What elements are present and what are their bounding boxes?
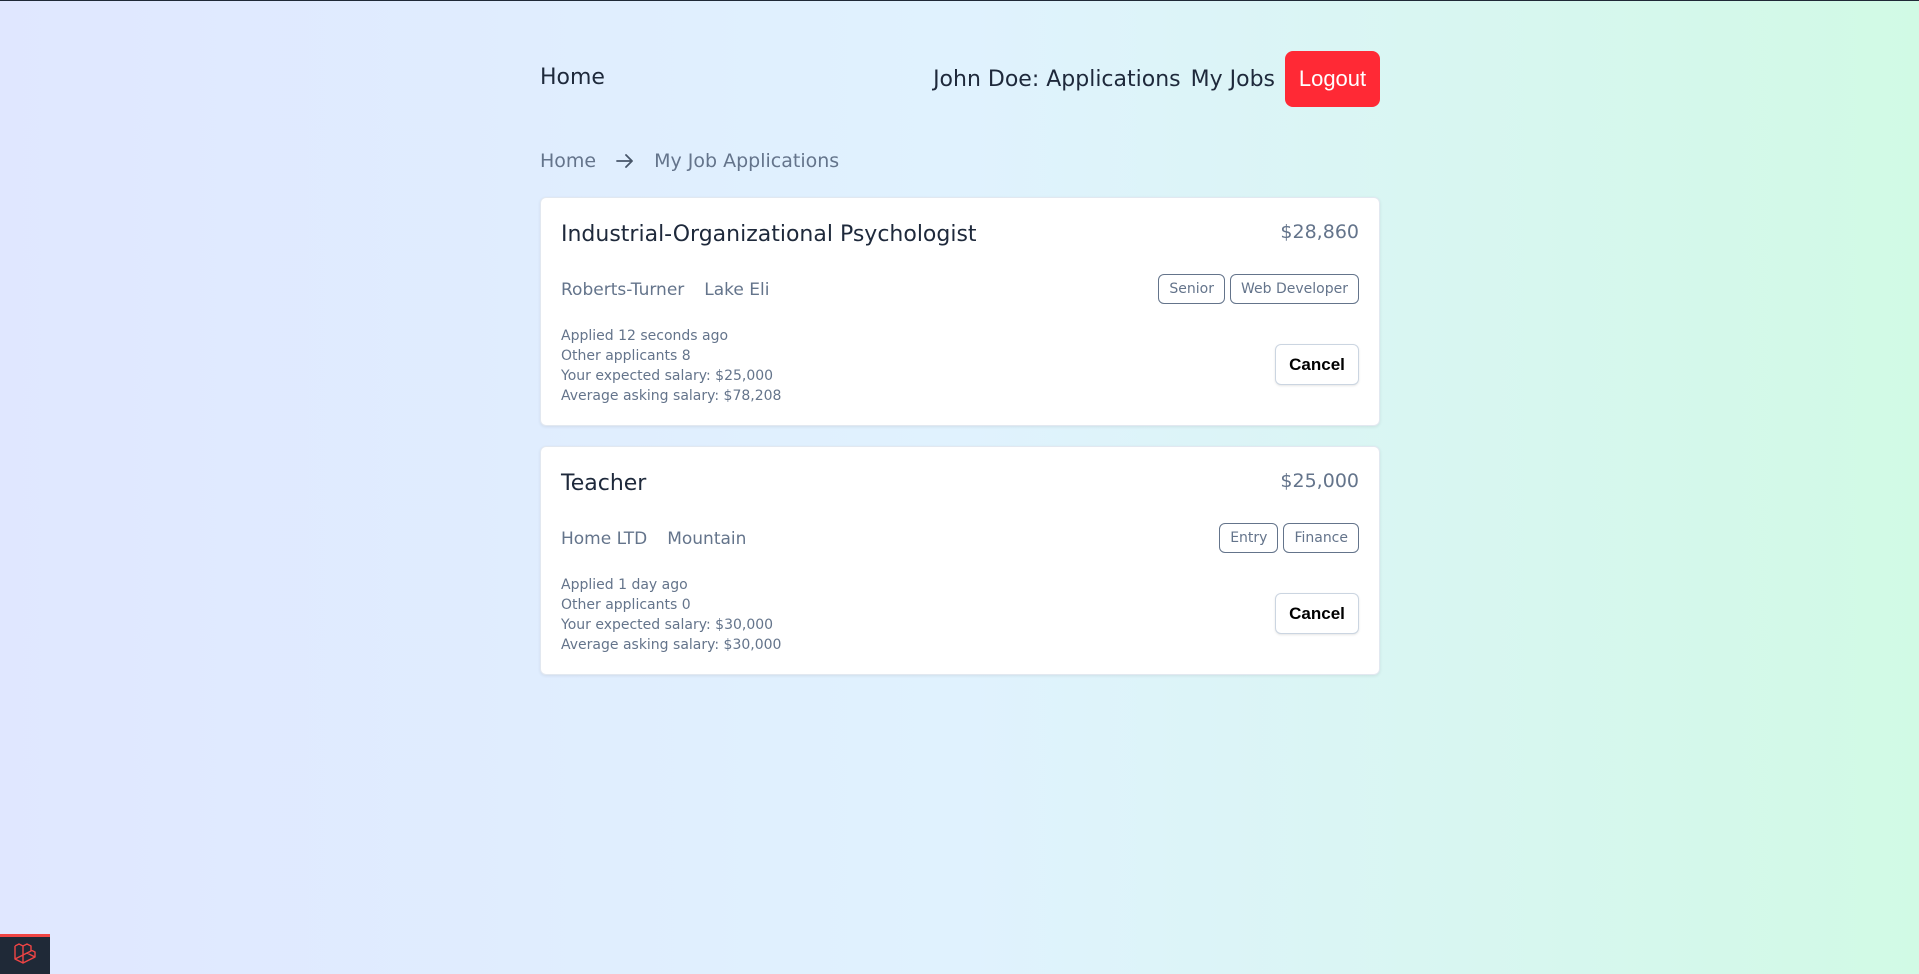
application-details: Applied 12 seconds ago Other applicants … xyxy=(561,326,781,406)
other-applicants: Other applicants 8 xyxy=(561,348,691,364)
job-meta: Home LTD Mountain xyxy=(561,529,746,549)
breadcrumb: Home My Job Applications xyxy=(540,149,839,173)
applied-time: Applied 12 seconds ago xyxy=(561,328,729,344)
tag-category[interactable]: Finance xyxy=(1283,523,1359,553)
job-title: Industrial-Organizational Psychologist xyxy=(561,222,977,247)
debugbar-toggle[interactable] xyxy=(0,934,50,974)
job-title: Teacher xyxy=(561,471,647,496)
application-card: Industrial-Organizational Psychologist $… xyxy=(540,197,1380,426)
job-salary: $28,860 xyxy=(1280,221,1359,243)
cancel-button[interactable]: Cancel xyxy=(1275,344,1359,385)
job-location: Mountain xyxy=(667,529,747,549)
cancel-button[interactable]: Cancel xyxy=(1275,593,1359,634)
nav-applications-link[interactable]: John Doe: Applications xyxy=(933,67,1181,92)
nav-my-jobs-link[interactable]: My Jobs xyxy=(1191,67,1275,92)
breadcrumb-home-link[interactable]: Home xyxy=(540,150,596,172)
nav-home-link[interactable]: Home xyxy=(540,65,605,90)
other-applicants: Other applicants 0 xyxy=(561,597,691,613)
application-details: Applied 1 day ago Other applicants 0 You… xyxy=(561,575,781,655)
arrow-right-icon xyxy=(616,149,634,173)
company-name: Roberts-Turner xyxy=(561,280,685,300)
average-salary: Average asking salary: $78,208 xyxy=(561,388,782,404)
job-tags: Entry Finance xyxy=(1214,523,1359,553)
tag-experience[interactable]: Senior xyxy=(1158,274,1226,304)
tag-category[interactable]: Web Developer xyxy=(1230,274,1359,304)
job-salary: $25,000 xyxy=(1280,470,1359,492)
breadcrumb-current: My Job Applications xyxy=(654,150,840,172)
logout-button[interactable]: Logout xyxy=(1285,51,1380,107)
tag-experience[interactable]: Entry xyxy=(1219,523,1279,553)
average-salary: Average asking salary: $30,000 xyxy=(561,637,782,653)
top-nav: Home John Doe: Applications My Jobs Logo… xyxy=(540,51,1380,107)
job-tags: Senior Web Developer xyxy=(1153,274,1359,304)
nav-right-group: John Doe: Applications My Jobs Logout xyxy=(933,51,1380,107)
expected-salary: Your expected salary: $30,000 xyxy=(561,617,774,633)
job-meta: Roberts-Turner Lake Eli xyxy=(561,280,769,300)
company-name: Home LTD xyxy=(561,529,648,549)
applied-time: Applied 1 day ago xyxy=(561,577,688,593)
expected-salary: Your expected salary: $25,000 xyxy=(561,368,774,384)
laravel-icon xyxy=(12,942,38,970)
application-card: Teacher $25,000 Home LTD Mountain Entry … xyxy=(540,446,1380,675)
job-location: Lake Eli xyxy=(704,280,770,300)
